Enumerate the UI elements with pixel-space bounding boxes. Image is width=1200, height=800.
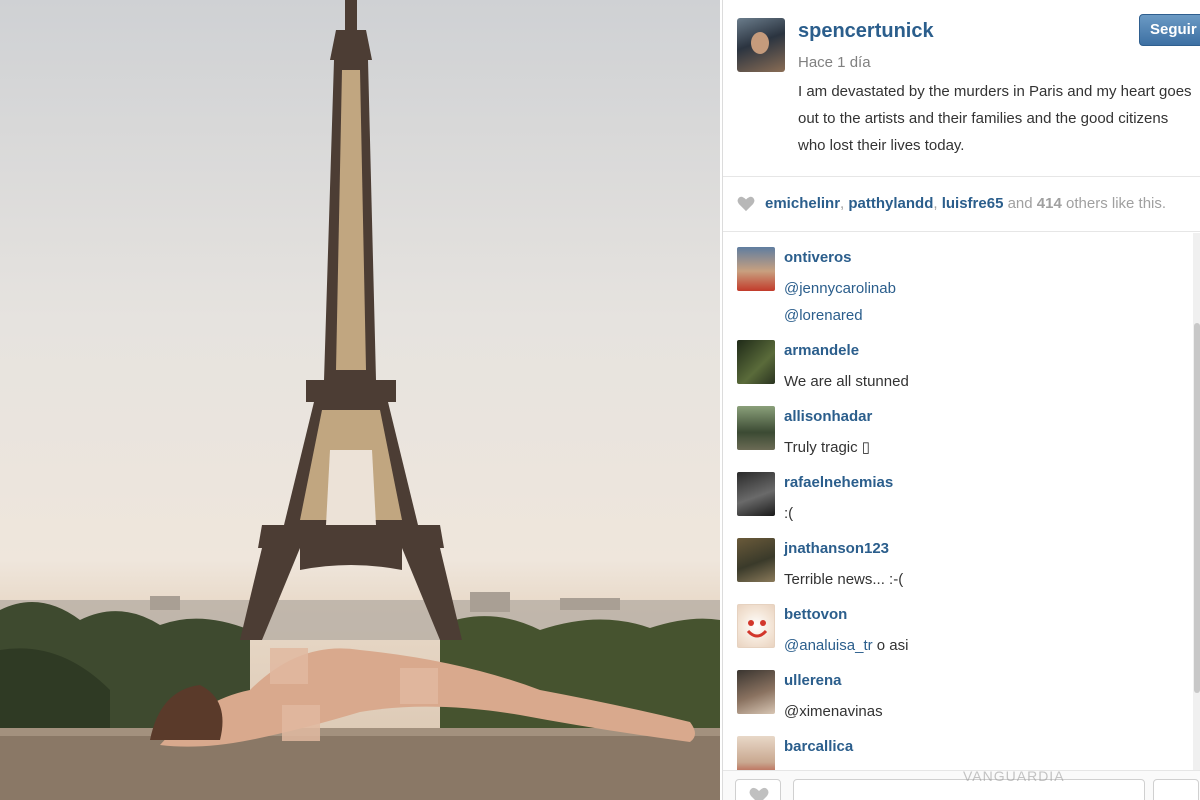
- comment-text: @jennycarolinab @lorenared: [784, 275, 896, 329]
- post-actions: [723, 770, 1200, 800]
- avatar-photo-icon[interactable]: [737, 247, 775, 291]
- likes-text: emichelinr, patthylandd, luisfre65 and 4…: [765, 195, 1167, 212]
- liker-link[interactable]: patthylandd: [848, 195, 933, 212]
- post-header: spencertunick Seguir Hace 1 día I am dev…: [723, 0, 1200, 176]
- comment-item: jnathanson123 Terrible news... :-(: [723, 524, 1193, 590]
- likes-suffix: others like this.: [1066, 195, 1167, 212]
- scroll-thumb[interactable]: [1194, 323, 1200, 693]
- comment-username[interactable]: bettovon: [784, 606, 847, 623]
- avatar-photo-icon[interactable]: [737, 340, 775, 384]
- likes-bar: emichelinr, patthylandd, luisfre65 and 4…: [723, 176, 1200, 232]
- avatar-photo-icon[interactable]: [737, 670, 775, 714]
- comment-item: ullerena @ximenavinas: [723, 656, 1193, 722]
- owner-avatar[interactable]: [737, 18, 785, 72]
- smiley-icon: [746, 620, 768, 638]
- mention-link[interactable]: @analuisa_tr: [784, 637, 873, 654]
- comment-username[interactable]: allisonhadar: [784, 408, 872, 425]
- like-button[interactable]: [735, 779, 781, 800]
- comment-username[interactable]: rafaelnehemias: [784, 474, 893, 491]
- comment-username[interactable]: ullerena: [784, 672, 842, 689]
- comment-item: bettovon @analuisa_tr o asi: [723, 590, 1193, 656]
- comment-text: We are all stunned: [784, 373, 909, 390]
- liker-link[interactable]: emichelinr: [765, 195, 840, 212]
- post-side-panel: spencertunick Seguir Hace 1 día I am dev…: [722, 0, 1200, 800]
- avatar-photo-icon[interactable]: [737, 538, 775, 582]
- eiffel-tower-scene: [0, 0, 720, 800]
- post-photo: [0, 0, 720, 800]
- post-caption: I am devastated by the murders in Paris …: [798, 83, 1192, 154]
- comment-username[interactable]: armandele: [784, 342, 859, 359]
- comment-text: Truly tragic ▯: [784, 439, 871, 456]
- likes-and: and: [1007, 195, 1033, 212]
- comments-list: ontiveros @jennycarolinab @lorenared arm…: [723, 233, 1200, 780]
- mention-link[interactable]: @lorenared: [784, 302, 896, 329]
- mention-link[interactable]: @ximenavinas: [784, 698, 883, 725]
- mention-link[interactable]: @jennycarolinab: [784, 275, 896, 302]
- comment-item: allisonhadar Truly tragic ▯: [723, 392, 1193, 458]
- comment-text: :(: [784, 505, 794, 522]
- comment-username[interactable]: barcallica: [784, 738, 853, 755]
- comment-username[interactable]: jnathanson123: [784, 540, 889, 557]
- comment-text: @analuisa_tr o asi: [784, 632, 908, 659]
- comment-text: Terrible news... :-(: [784, 571, 904, 588]
- comment-body: o asi: [872, 637, 909, 654]
- comment-item: ontiveros @jennycarolinab @lorenared: [723, 233, 1193, 325]
- comments-scrollbar[interactable]: [1193, 233, 1200, 780]
- avatar-photo-icon[interactable]: [737, 406, 775, 450]
- likes-count[interactable]: 414: [1037, 195, 1062, 212]
- comment-username[interactable]: ontiveros: [784, 249, 852, 266]
- comment-item: rafaelnehemias :(: [723, 458, 1193, 524]
- follow-button[interactable]: Seguir: [1139, 14, 1200, 46]
- heart-icon[interactable]: [737, 196, 755, 212]
- heart-icon: [749, 787, 769, 800]
- post-timestamp[interactable]: Hace 1 día: [798, 54, 871, 71]
- avatar-photo-icon[interactable]: [737, 604, 775, 648]
- comment-item: armandele We are all stunned: [723, 326, 1193, 392]
- owner-username[interactable]: spencertunick: [798, 20, 934, 43]
- liker-link[interactable]: luisfre65: [942, 195, 1004, 212]
- watermark: VANGUARDIA: [963, 768, 1065, 784]
- avatar-photo-icon[interactable]: [737, 472, 775, 516]
- more-options-button[interactable]: [1153, 779, 1199, 800]
